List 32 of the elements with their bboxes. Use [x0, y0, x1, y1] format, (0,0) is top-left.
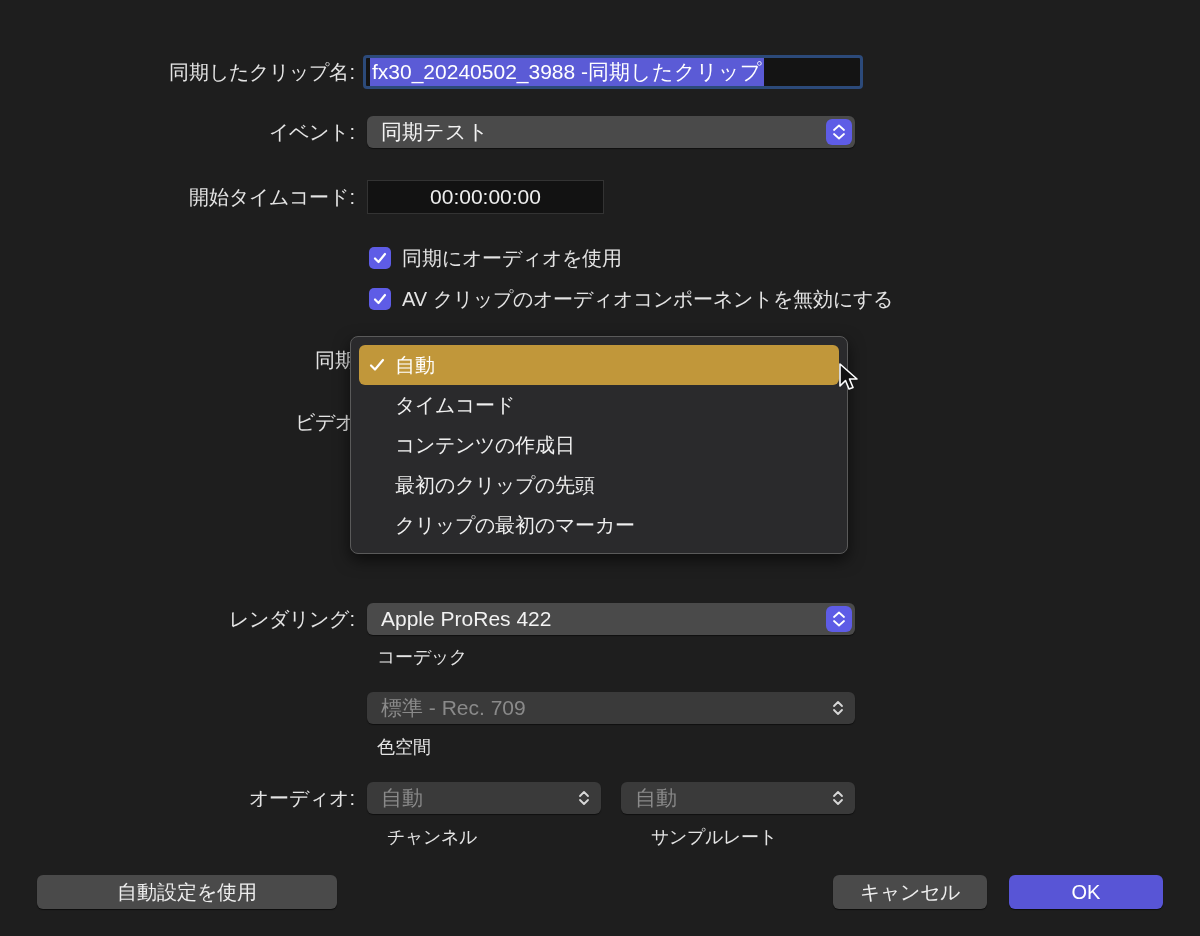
chevron-icon [831, 698, 845, 718]
stepper-icon [826, 119, 852, 145]
popup-button[interactable]: 同期テスト [367, 116, 855, 148]
button[interactable]: キャンセル [833, 875, 987, 909]
field-label: オーディオ: [249, 785, 355, 811]
menu-item[interactable]: タイムコード [359, 385, 839, 425]
chevron-icon [577, 788, 591, 808]
menu-item[interactable]: クリップの最初のマーカー [359, 505, 839, 545]
caption: チャンネル [386, 826, 478, 849]
menu-item[interactable]: 最初のクリップの先頭 [359, 465, 839, 505]
checkbox[interactable] [369, 288, 391, 310]
name-field[interactable]: fx30_20240502_3988 -同期したクリップ [363, 55, 863, 89]
popup-button[interactable]: Apple ProRes 422 [367, 603, 855, 635]
checkmark-icon [372, 250, 388, 266]
checkmark-icon [369, 357, 385, 373]
field-label: イベント: [269, 119, 355, 145]
button[interactable]: 自動設定を使用 [37, 875, 337, 909]
ok-button[interactable]: OK [1009, 875, 1163, 909]
caption: サンプルレート [650, 826, 778, 849]
chevron-icon [831, 788, 845, 808]
timecode-field[interactable]: 00:00:00:00 [367, 180, 604, 214]
field-label: 開始タイムコード: [189, 184, 355, 210]
field-label: 同期したクリップ名: [169, 59, 355, 85]
checkbox-label: 同期にオーディオを使用 [402, 245, 622, 271]
stepper-icon [826, 606, 852, 632]
checkbox-label: AV クリップのオーディオコンポーネントを無効にする [402, 286, 893, 312]
menu-item[interactable]: コンテンツの作成日 [359, 425, 839, 465]
caption: コーデック [377, 646, 467, 669]
checkbox[interactable] [369, 247, 391, 269]
checkmark-icon [372, 291, 388, 307]
field-label: レンダリング: [229, 606, 355, 632]
caption: 色空間 [377, 736, 431, 759]
